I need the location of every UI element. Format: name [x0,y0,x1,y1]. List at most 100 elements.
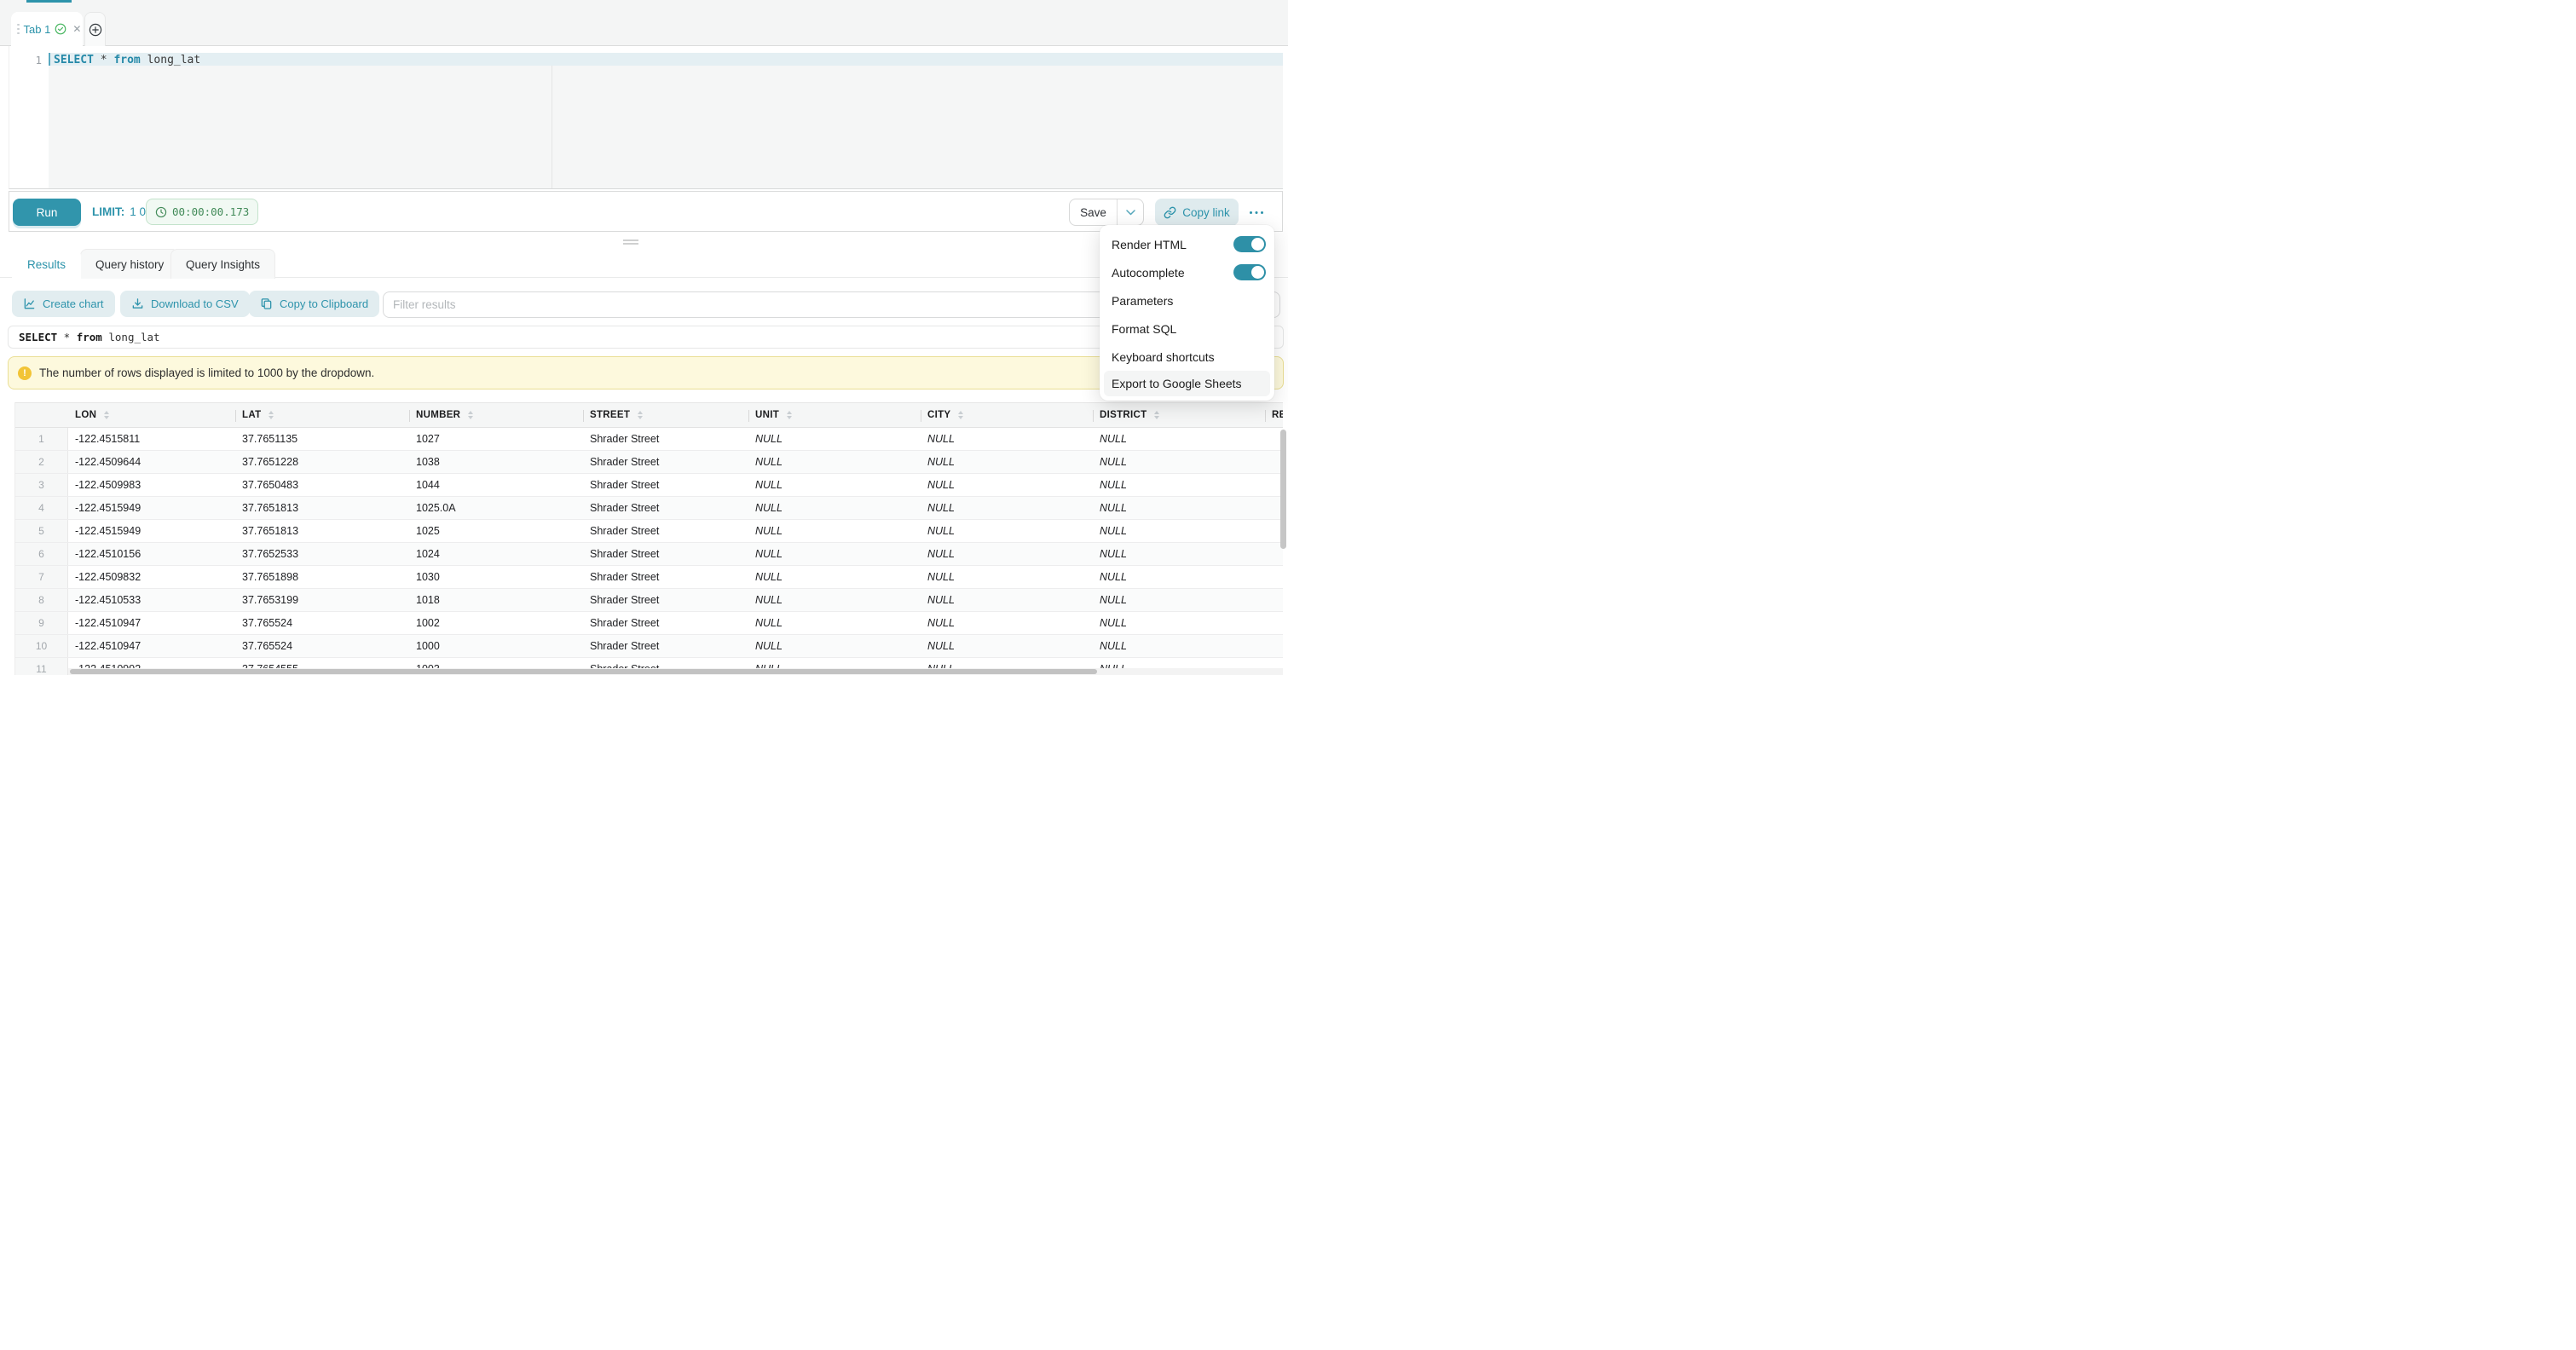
copy-to-clipboard-button[interactable]: Copy to Clipboard [249,291,379,317]
row-number: 6 [15,543,68,565]
drag-handle-icon[interactable] [17,24,20,35]
sort-icon[interactable] [958,411,963,419]
run-button[interactable]: Run [13,199,81,226]
toggle-on[interactable] [1233,236,1266,253]
cell: NULL [921,497,1093,519]
cell: NULL [1093,451,1265,473]
cell: Shrader Street [583,520,748,542]
cell: Shrader Street [583,497,748,519]
horizontal-scrollbar-thumb[interactable] [70,669,1097,674]
cell: NULL [1093,474,1265,496]
cell: NULL [1093,428,1265,450]
sql-code-editor[interactable]: 1 SELECT * from long_lat [9,46,1283,189]
cell: 1025 [409,520,583,542]
download-icon [131,297,144,310]
column-header-street[interactable]: STREET [583,403,748,427]
save-split-button[interactable]: Save [1069,199,1144,226]
row-number: 2 [15,451,68,473]
sort-icon[interactable] [104,411,109,419]
table-row[interactable]: 10-122.451094737.7655241000Shrader Stree… [15,635,1283,658]
row-number: 1 [15,428,68,450]
close-tab-icon[interactable]: ✕ [72,24,81,34]
column-header-re[interactable]: RE [1265,403,1283,427]
text-cursor [49,53,50,66]
editor-gutter [9,46,49,188]
sort-icon[interactable] [1154,411,1159,419]
code-line[interactable]: SELECT * from long_lat [54,54,200,66]
cell: NULL [1093,497,1265,519]
column-header-city[interactable]: CITY [921,403,1093,427]
table-row[interactable]: 9-122.451094737.7655241002Shrader Street… [15,612,1283,635]
cell: NULL [748,474,921,496]
cell: NULL [748,520,921,542]
pane-resize-handle[interactable] [623,239,638,246]
cell: NULL [748,612,921,634]
menu-item-parameters[interactable]: Parameters [1100,286,1274,314]
table-header-row: LONLATNUMBERSTREETUNITCITYDISTRICTRE [15,402,1283,428]
menu-item-format-sql[interactable]: Format SQL [1100,314,1274,343]
download-to-csv-button[interactable]: Download to CSV [120,291,250,317]
tab-1[interactable]: Tab 1 ✕ [11,12,83,46]
sql-identifier: long_lat [141,54,200,66]
tab-query-history[interactable]: Query history [80,249,179,279]
cell: 1000 [409,635,583,657]
check-circle-icon [55,23,66,35]
new-tab-button[interactable] [84,12,106,46]
cell: 37.7651228 [235,451,409,473]
save-button[interactable]: Save [1070,199,1118,225]
table-row[interactable]: 8-122.451053337.76531991018Shrader Stree… [15,589,1283,612]
cell: 37.7650483 [235,474,409,496]
menu-item-keyboard-shortcuts[interactable]: Keyboard shortcuts [1100,343,1274,371]
cell: NULL [921,566,1093,588]
row-number: 3 [15,474,68,496]
cell: 37.7652533 [235,543,409,565]
column-header-lon[interactable]: LON [68,403,235,427]
sort-icon[interactable] [269,411,274,419]
menu-item-autocomplete[interactable]: Autocomplete [1100,258,1274,286]
cell: 37.7653199 [235,589,409,611]
cell: -122.4510947 [68,635,235,657]
row-number: 4 [15,497,68,519]
row-number: 8 [15,589,68,611]
row-number: 9 [15,612,68,634]
tab-query-insights[interactable]: Query Insights [170,249,275,279]
sort-icon[interactable] [787,411,792,419]
menu-item-render-html[interactable]: Render HTML [1100,230,1274,258]
table-row[interactable]: 2-122.450964437.76512281038Shrader Stree… [15,451,1283,474]
tab-label: Tab 1 [24,23,51,36]
table-row[interactable]: 1-122.451581137.76511351027Shrader Stree… [15,428,1283,451]
table-row[interactable]: 6-122.451015637.76525331024Shrader Stree… [15,543,1283,566]
cell: NULL [921,474,1093,496]
column-header-number[interactable]: NUMBER [409,403,583,427]
column-header-lat[interactable]: LAT [235,403,409,427]
sort-icon[interactable] [638,411,643,419]
tab-results[interactable]: Results [12,249,81,279]
column-header-unit[interactable]: UNIT [748,403,921,427]
table-row[interactable]: 3-122.450998337.76504831044Shrader Stree… [15,474,1283,497]
row-number: 11 [15,658,68,675]
more-options-button[interactable] [1246,205,1267,219]
sql-keyword: from [77,331,102,343]
create-chart-button[interactable]: Create chart [12,291,115,317]
horizontal-scrollbar[interactable] [68,668,1283,675]
table-body: 1-122.451581137.76511351027Shrader Stree… [15,428,1283,675]
cell: 1002 [409,612,583,634]
toggle-on[interactable] [1233,264,1266,281]
clock-icon [155,206,167,218]
table-row[interactable]: 5-122.451594937.76518131025Shrader Stree… [15,520,1283,543]
cell: NULL [748,428,921,450]
menu-item-export-to-google-sheets[interactable]: Export to Google Sheets [1104,371,1270,396]
table-row[interactable]: 4-122.451594937.76518131025.0AShrader St… [15,497,1283,520]
cell: 37.7651813 [235,497,409,519]
save-options-button[interactable] [1118,199,1143,225]
cell: NULL [921,589,1093,611]
executed-query-display: SELECT * from long_lat [8,326,1284,349]
table-row[interactable]: 7-122.450983237.76518981030Shrader Stree… [15,566,1283,589]
vertical-scrollbar[interactable] [1280,430,1286,549]
copy-icon [260,297,273,310]
column-header-district[interactable]: DISTRICT [1093,403,1265,427]
sort-icon[interactable] [468,411,473,419]
cell: Shrader Street [583,612,748,634]
copy-link-button[interactable]: Copy link [1155,199,1239,226]
cell: -122.4509644 [68,451,235,473]
